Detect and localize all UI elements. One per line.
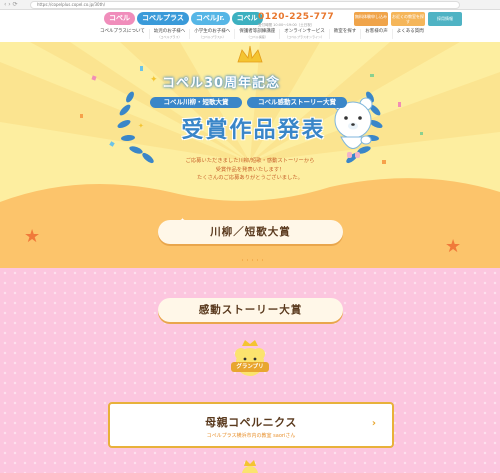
phone-number[interactable]: 0120-225-777 受付時間 10:00〜19:00（土日祝） xyxy=(258,12,334,28)
address-bar[interactable]: https://copelplus.copel.co.jp/30th/ xyxy=(30,1,460,9)
back-icon[interactable]: ‹ › ⟳ xyxy=(4,1,18,9)
star-icon: ★ xyxy=(24,226,40,247)
crown-icon xyxy=(237,45,263,63)
grandprix-label: グランプリ xyxy=(231,362,269,372)
nav-faq[interactable]: よくある質問 xyxy=(393,29,428,39)
nav-online[interactable]: オンラインサービス （コペルプラスオンライン） xyxy=(280,29,330,39)
page-title: 受賞作品発表 xyxy=(181,118,326,143)
nav-parent-training[interactable]: 保護者等訓練講座 （コペル講座） xyxy=(235,29,281,39)
browser-toolbar: ‹ › ⟳ https://copelplus.copel.co.jp/30th… xyxy=(0,0,500,10)
award-pill-story: コペル感動ストーリー大賞 xyxy=(247,97,347,108)
brand-logos: コペル コペルプラス コペルJr. コペル xyxy=(104,12,263,25)
logo-copeljr[interactable]: コペルJr. xyxy=(190,12,230,25)
recruit-button[interactable]: 採用情報 xyxy=(428,12,462,26)
star-icon: ★ xyxy=(445,236,461,257)
anniversary-title: コペル30周年記念 xyxy=(162,76,281,91)
next-award-badge-icon xyxy=(242,460,258,473)
chevron-right-icon: › xyxy=(371,418,376,429)
svg-text:✦: ✦ xyxy=(138,122,144,130)
trial-button[interactable]: 無料体験申し込み xyxy=(354,12,388,26)
nav-about[interactable]: コペルプラスについて xyxy=(96,29,150,39)
logo-copel[interactable]: コペル xyxy=(104,12,135,25)
grandprix-badge-icon xyxy=(235,340,265,376)
nav-elementary[interactable]: 小学生のお子様へ （コペルプラスJr.） xyxy=(190,29,236,39)
work-author: コペルプラス横浜市内の教室 saoriさん xyxy=(206,433,296,439)
grandprix-card[interactable]: 母親コペルニクス コペルプラス横浜市内の教室 saoriさん › xyxy=(108,402,394,448)
award-pill-senryu: コペル川柳・短歌大賞 xyxy=(150,97,242,108)
main-nav: コペルプラスについて 幼児のお子様へ （コペルプラス） 小学生のお子様へ （コペルプ… xyxy=(96,29,428,39)
work-title: 母親コペルニクス xyxy=(205,416,297,429)
senryu-award-button[interactable]: 川柳／短歌大賞 xyxy=(158,220,343,244)
svg-text:✦: ✦ xyxy=(150,75,158,85)
hero-message: ご応募いただきました川柳/短歌・感動ストーリーから 受賞作品を発表いたします！ … xyxy=(185,158,315,181)
find-classroom-button[interactable]: お近くの教室を探す xyxy=(391,12,425,26)
svg-text:・・・・・: ・・・・・ xyxy=(240,258,265,264)
story-award-heading: 感動ストーリー大賞 xyxy=(158,298,343,322)
logo-copelplus[interactable]: コペルプラス xyxy=(137,12,189,25)
nav-voices[interactable]: お客様の声 xyxy=(361,29,393,39)
nav-toddler[interactable]: 幼児のお子様へ （コペルプラス） xyxy=(150,29,191,39)
nav-find-classroom[interactable]: 教室を探す xyxy=(330,29,362,39)
hero-section: ✦ ✦ ✦ xyxy=(0,42,500,228)
site-header: コペル コペルプラス コペルJr. コペル 0120-225-777 受付時間 … xyxy=(0,10,500,42)
